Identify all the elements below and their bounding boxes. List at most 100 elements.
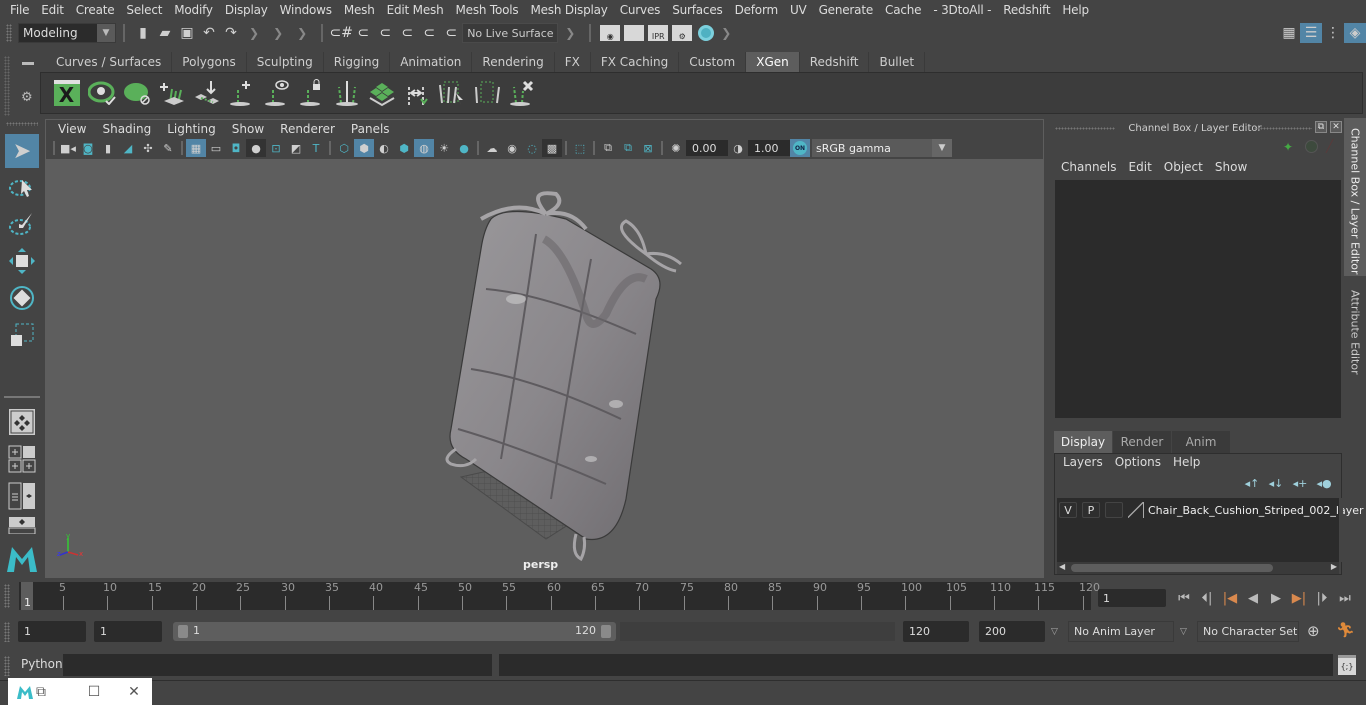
menu-deform[interactable]: Deform xyxy=(729,3,784,17)
xgen-delete-guides-icon[interactable] xyxy=(504,76,539,110)
outliner-persp-layout-icon[interactable] xyxy=(5,479,39,513)
move-tool-icon[interactable] xyxy=(5,244,39,278)
tool-settings-toggle-icon[interactable]: ⋮ xyxy=(1322,23,1344,43)
viewport-menu-lighting[interactable]: Lighting xyxy=(159,122,224,136)
camera-attributes-icon[interactable]: ◙ xyxy=(78,139,98,157)
ipr-render-icon[interactable]: IPR xyxy=(648,25,669,41)
range-slider[interactable]: 1 120 xyxy=(173,622,616,641)
range-end-handle[interactable] xyxy=(601,625,611,638)
shelf-tab-xgen[interactable]: XGen xyxy=(746,52,800,72)
paint-select-tool-icon[interactable] xyxy=(5,207,39,241)
resolution-gate-icon[interactable]: ◘ xyxy=(226,139,246,157)
grip-handle[interactable] xyxy=(4,656,10,676)
playback-start-field[interactable]: 1 xyxy=(94,621,162,642)
scroll-right-icon[interactable]: ▶ xyxy=(1331,562,1337,571)
step-forward-frame-icon[interactable]: |⏵ xyxy=(1311,588,1333,608)
isolate-select-icon[interactable]: ⬚ xyxy=(570,139,590,157)
bookmark-icon[interactable]: ▮ xyxy=(98,139,118,157)
menu-display[interactable]: Display xyxy=(219,3,274,17)
play-forwards-icon[interactable]: ▶ xyxy=(1265,588,1287,608)
exposure-field[interactable]: 0.00 xyxy=(686,140,728,156)
xray-joints-icon[interactable]: ⧉ xyxy=(618,139,638,157)
depth-of-field-icon[interactable]: ▩ xyxy=(542,139,562,157)
menu-mesh[interactable]: Mesh xyxy=(338,3,381,17)
screen-space-ao-icon[interactable]: ☁ xyxy=(482,139,502,157)
shelf-tab-fx-caching[interactable]: FX Caching xyxy=(591,52,680,72)
xgen-add-guide-icon[interactable] xyxy=(224,76,259,110)
menu-help[interactable]: Help xyxy=(1056,3,1095,17)
channel-box-menu-edit[interactable]: Edit xyxy=(1123,160,1158,174)
layer-tab-anim[interactable]: Anim xyxy=(1172,431,1230,453)
gate-mask-icon[interactable]: ● xyxy=(246,139,266,157)
layer-visibility-toggle[interactable]: V xyxy=(1059,502,1077,518)
film-gate-icon[interactable]: ▭ xyxy=(206,139,226,157)
field-chart-icon[interactable]: ⊡ xyxy=(266,139,286,157)
menu-uv[interactable]: UV xyxy=(784,3,813,17)
gamma-icon[interactable]: ◑ xyxy=(728,139,748,157)
character-set-dropdown-icon[interactable]: ▽ xyxy=(1180,627,1187,637)
default-material-icon[interactable]: ◐ xyxy=(374,139,394,157)
menu-mesh-display[interactable]: Mesh Display xyxy=(524,3,613,17)
close-icon[interactable]: ✕ xyxy=(116,684,152,700)
layer-menu-help[interactable]: Help xyxy=(1167,455,1206,469)
scrollbar-thumb[interactable] xyxy=(1071,564,1273,572)
xgen-show-guides-icon[interactable] xyxy=(259,76,294,110)
xgen-lock-guides-icon[interactable] xyxy=(294,76,329,110)
animation-preferences-icon[interactable]: 🏃︎ xyxy=(1336,621,1355,639)
shelf-tab-rigging[interactable]: Rigging xyxy=(324,52,391,72)
rotate-tool-icon[interactable] xyxy=(5,281,39,315)
scale-tool-icon[interactable] xyxy=(5,318,39,352)
render-settings-gear-icon[interactable]: ⚙ xyxy=(672,25,693,41)
gamma-field[interactable]: 1.00 xyxy=(748,140,790,156)
play-backwards-icon[interactable]: ◀ xyxy=(1242,588,1264,608)
shelf-settings-gear-icon[interactable]: ⚙ xyxy=(21,90,33,105)
viewport-menu-panels[interactable]: Panels xyxy=(343,122,398,136)
wireframe-on-shaded-icon[interactable]: ⬢ xyxy=(394,139,414,157)
graph-persp-layout-icon[interactable] xyxy=(5,516,39,534)
layer-list-scrollbar[interactable]: ◀ ▶ xyxy=(1057,562,1339,574)
wireframe-icon[interactable]: ⬡ xyxy=(334,139,354,157)
safe-title-icon[interactable]: T xyxy=(306,139,326,157)
side-tab-attribute-editor[interactable]: Attribute Editor xyxy=(1344,280,1366,388)
layer-playback-toggle[interactable]: P xyxy=(1082,502,1100,518)
layer-tab-display[interactable]: Display xyxy=(1054,431,1112,453)
shadows-icon[interactable]: ● xyxy=(454,139,474,157)
side-tab-channel-box[interactable]: Channel Box / Layer Editor xyxy=(1344,118,1366,276)
hypershade-icon[interactable] xyxy=(698,25,715,41)
menu-generate[interactable]: Generate xyxy=(813,3,879,17)
anti-aliasing-icon[interactable]: ◌ xyxy=(522,139,542,157)
select-camera-icon[interactable]: ■◂ xyxy=(58,139,78,157)
safe-action-icon[interactable]: ◩ xyxy=(286,139,306,157)
grip-handle[interactable] xyxy=(4,584,10,608)
step-forward-key-icon[interactable]: ▶| xyxy=(1288,588,1310,608)
xgen-split-guides-icon[interactable] xyxy=(329,76,364,110)
collapse-arrow-icon[interactable]: ❯ xyxy=(249,26,259,40)
animation-end-field[interactable]: 200 xyxy=(979,621,1045,642)
menu-redshift[interactable]: Redshift xyxy=(997,3,1056,17)
image-plane-icon[interactable]: ◢ xyxy=(118,139,138,157)
exposure-icon[interactable]: ✺ xyxy=(666,139,686,157)
float-panel-icon[interactable]: ⧉ xyxy=(1315,121,1327,133)
menu-curves[interactable]: Curves xyxy=(614,3,666,17)
scroll-left-icon[interactable]: ◀ xyxy=(1059,562,1065,571)
anim-layer-dropdown-icon[interactable]: ▽ xyxy=(1051,627,1058,637)
channel-box-menu-channels[interactable]: Channels xyxy=(1055,160,1123,174)
color-management-toggle[interactable]: ON xyxy=(790,139,810,157)
menu-create[interactable]: Create xyxy=(70,3,121,17)
grip-handle[interactable] xyxy=(4,56,10,116)
anim-layer-field[interactable]: No Anim Layer xyxy=(1068,621,1174,642)
grid-icon[interactable]: ▦ xyxy=(186,139,206,157)
xgen-patch-icon[interactable] xyxy=(364,76,399,110)
use-all-lights-icon[interactable]: ☀ xyxy=(434,139,454,157)
xgen-editor-icon[interactable]: X xyxy=(49,76,84,110)
xgen-preview-icon[interactable] xyxy=(84,76,119,110)
channel-box-toggle-icon[interactable]: ◈ xyxy=(1344,23,1366,43)
menu-edit-mesh[interactable]: Edit Mesh xyxy=(381,3,450,17)
menu-set-dropdown[interactable]: Modeling ▼ xyxy=(18,23,116,43)
layer-tab-render[interactable]: Render xyxy=(1113,431,1171,453)
speed-icon[interactable]: ╱ xyxy=(1326,139,1333,153)
grip-handle[interactable] xyxy=(6,24,12,42)
layer-menu-options[interactable]: Options xyxy=(1109,455,1167,469)
collapse-arrow-icon[interactable]: ❯ xyxy=(273,26,283,40)
snap-to-grid-icon[interactable]: ⊂# xyxy=(329,22,352,44)
